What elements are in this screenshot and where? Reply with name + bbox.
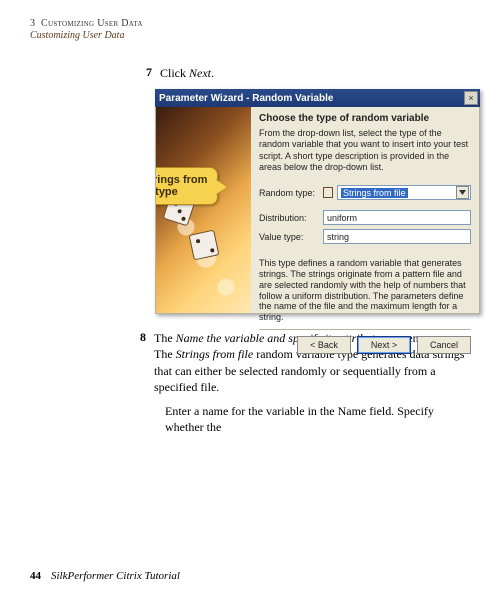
wizard-window: Parameter Wizard - Random Variable × Sel… — [155, 89, 480, 314]
step-number: 8 — [140, 330, 146, 395]
step-number: 7 — [140, 65, 152, 81]
close-button[interactable]: × — [464, 91, 478, 105]
t: The — [154, 331, 176, 345]
chapter-number: 3 — [30, 18, 35, 29]
wizard-heading: Choose the type of random variable — [259, 113, 471, 124]
chapter-title: Customizing User Data — [41, 18, 143, 29]
dice-icon — [189, 230, 220, 261]
callout-select-strings: Select Strings from file type — [156, 167, 218, 205]
wizard-screenshot: Parameter Wizard - Random Variable × Sel… — [155, 89, 480, 314]
value-type-field[interactable]: string — [323, 229, 471, 244]
wizard-body: Select Strings from file type Choose the… — [155, 107, 480, 314]
wizard-intro: From the drop-down list, select the type… — [259, 128, 471, 173]
t-italic: Strings from file — [176, 347, 254, 361]
step7-lead: Click — [160, 66, 189, 80]
step7-trail: . — [211, 66, 214, 80]
step8-para2: Enter a name for the variable in the Nam… — [165, 403, 470, 435]
next-button[interactable]: Next > — [357, 336, 411, 354]
page-footer: 44 SilkPerformer Citrix Tutorial — [30, 570, 180, 582]
label-random-type: Random type: — [259, 188, 319, 198]
type-icon — [323, 187, 333, 198]
type-description: This type defines a random variable that… — [259, 258, 471, 323]
wizard-sidebar-image: Select Strings from file type — [156, 107, 251, 313]
label-value-type: Value type: — [259, 232, 319, 242]
callout-line2: file type — [156, 186, 211, 198]
field-distribution: Distribution: uniform — [259, 210, 471, 225]
wizard-titlebar: Parameter Wizard - Random Variable × — [155, 89, 480, 107]
manual-title: SilkPerformer Citrix Tutorial — [51, 570, 180, 582]
callout-line1: Select Strings from — [156, 174, 211, 186]
distribution-field[interactable]: uniform — [323, 210, 471, 225]
wizard-content: Choose the type of random variable From … — [251, 107, 479, 313]
wizard-button-row: < Back Next > Cancel — [259, 329, 471, 354]
t-italic: Name — [338, 404, 367, 418]
page-number: 44 — [30, 570, 41, 582]
field-value-type: Value type: string — [259, 229, 471, 244]
cancel-button[interactable]: Cancel — [417, 336, 471, 354]
random-type-value: Strings from file — [341, 188, 408, 198]
t: Enter a name for the variable in the — [165, 404, 338, 418]
step7-text: Click Next. — [160, 65, 214, 81]
step7-row: 7 Click Next. — [140, 65, 470, 81]
back-button[interactable]: < Back — [297, 336, 351, 354]
value-type-value: string — [327, 232, 349, 242]
wizard-title: Parameter Wizard - Random Variable — [159, 93, 333, 104]
distribution-value: uniform — [327, 213, 357, 223]
dropdown-icon[interactable] — [456, 186, 469, 199]
manual-page: 3 Customizing User Data Customizing User… — [0, 0, 500, 600]
field-random-type: Random type: Strings from file — [259, 185, 471, 200]
label-distribution: Distribution: — [259, 213, 319, 223]
step7-action: Next — [189, 66, 211, 80]
page-header: 3 Customizing User Data — [30, 18, 470, 29]
chapter-subtitle: Customizing User Data — [30, 30, 470, 41]
random-type-dropdown[interactable]: Strings from file — [337, 185, 471, 200]
